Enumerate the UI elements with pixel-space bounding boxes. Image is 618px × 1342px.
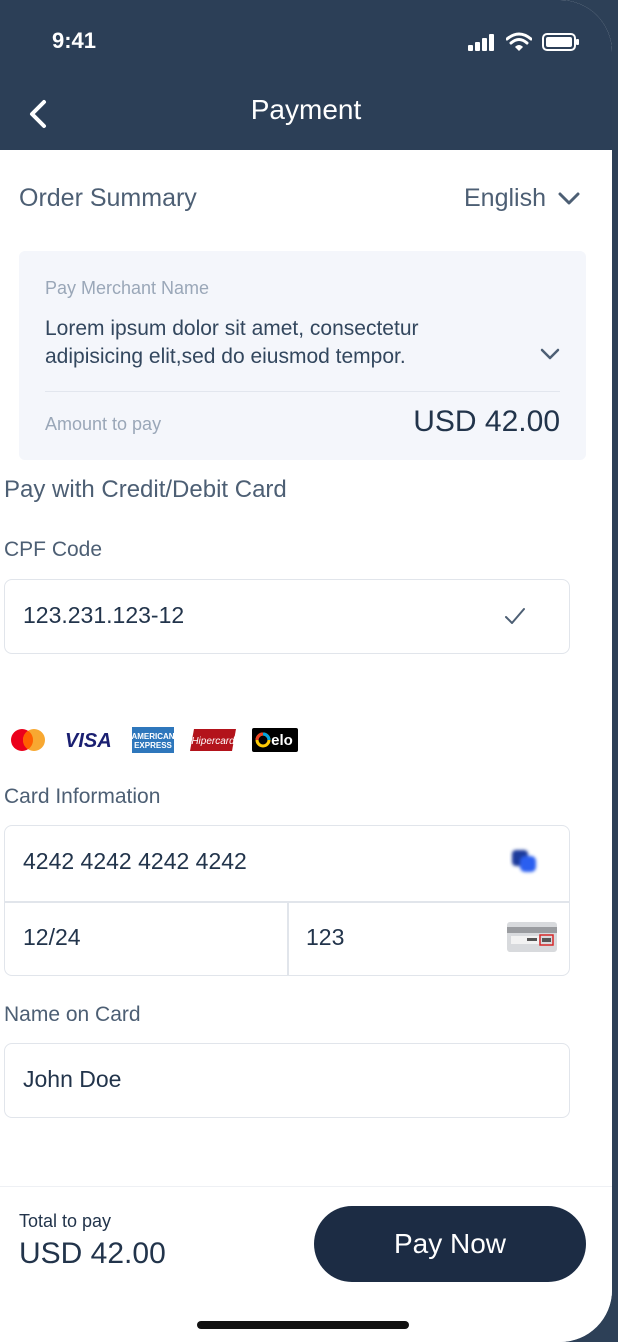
amount-label: Amount to pay — [45, 414, 162, 434]
visa-logo-text: VISA — [65, 730, 112, 752]
hipercard-icon: Hipercard — [190, 729, 236, 751]
order-summary-title: Order Summary — [19, 184, 197, 212]
name-on-card-label: Name on Card — [4, 1003, 141, 1026]
phone-screen: 9:41 Payment Order Summary English Pay M… — [0, 0, 612, 1342]
card-expiry-input[interactable]: 12/24 — [23, 924, 81, 951]
signal-icon — [468, 34, 494, 51]
name-on-card-value: John Doe — [23, 1066, 122, 1092]
wifi-icon — [506, 32, 532, 51]
card-brand-icon — [512, 850, 536, 872]
merchant-summary-card: Pay Merchant Name Lorem ipsum dolor sit … — [19, 251, 586, 460]
card-cvc-input[interactable]: 123 — [306, 924, 344, 951]
pay-now-button[interactable]: Pay Now — [314, 1206, 586, 1282]
cpf-label: CPF Code — [4, 538, 103, 561]
chevron-down-icon — [540, 348, 560, 360]
battery-icon — [542, 33, 579, 51]
accepted-card-brands: VISA AMERICAN EXPRESS Hipercard elo — [8, 726, 298, 754]
status-time: 9:41 — [52, 28, 97, 53]
divider — [45, 391, 560, 392]
order-summary-row: Order Summary English — [0, 180, 612, 220]
page-title: Payment — [250, 94, 362, 125]
checkout-footer: Total to pay USD 42.00 Pay Now — [0, 1186, 612, 1342]
cvc-card-icon — [507, 922, 557, 952]
total-label: Total to pay — [19, 1211, 112, 1231]
card-number-input[interactable]: 4242 4242 4242 4242 — [23, 848, 247, 875]
cpf-input[interactable]: 123.231.123-12 — [4, 579, 570, 654]
status-icons — [468, 32, 580, 52]
checkmark-icon — [505, 608, 525, 624]
total-value: USD 42.00 — [19, 1237, 166, 1270]
american-express-icon: AMERICAN EXPRESS — [132, 727, 174, 753]
divider — [287, 901, 289, 975]
home-indicator — [197, 1321, 409, 1329]
pay-with-card-title: Pay with Credit/Debit Card — [4, 476, 287, 503]
chevron-down-icon — [558, 192, 580, 204]
elo-logo-text: elo — [271, 732, 293, 749]
mastercard-icon — [11, 729, 45, 751]
hipercard-logo-text: Hipercard — [191, 736, 235, 747]
card-information-group: 4242 4242 4242 4242 12/24 123 — [4, 825, 570, 976]
visa-icon: VISA — [65, 730, 112, 752]
header-bar: 9:41 Payment — [0, 0, 612, 150]
amount-value: USD 42.00 — [413, 405, 560, 438]
merchant-name-label: Pay Merchant Name — [45, 278, 210, 298]
merchant-description: Lorem ipsum dolor sit amet, consectetur … — [45, 317, 419, 368]
name-on-card-input[interactable]: John Doe — [4, 1043, 570, 1118]
cpf-value: 123.231.123-12 — [23, 602, 185, 628]
amex-logo-line2: EXPRESS — [134, 741, 172, 750]
language-select[interactable]: English — [464, 184, 580, 213]
elo-icon: elo — [252, 728, 298, 752]
amex-logo-line1: AMERICAN — [132, 732, 174, 741]
expand-details-button[interactable] — [540, 347, 560, 365]
language-label: English — [464, 184, 546, 212]
card-information-label: Card Information — [4, 785, 161, 808]
